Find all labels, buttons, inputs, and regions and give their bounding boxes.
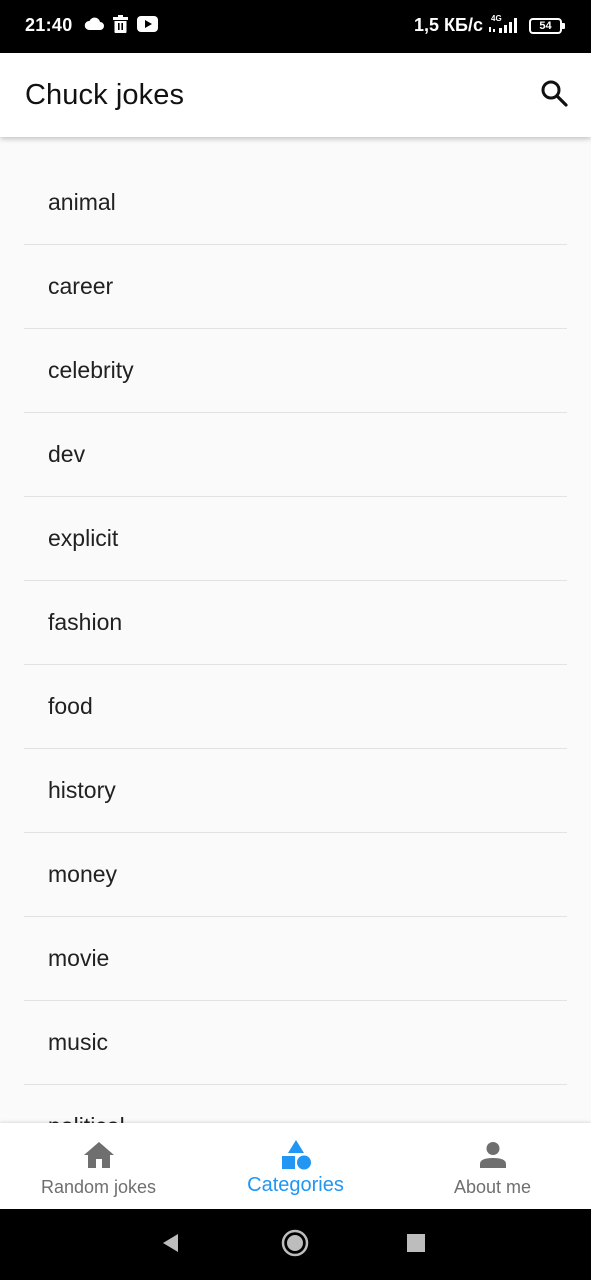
youtube-icon bbox=[137, 15, 158, 37]
nav-label-about-me: About me bbox=[453, 1177, 532, 1197]
category-item-celebrity[interactable]: celebrity bbox=[24, 329, 567, 413]
category-label: fashion bbox=[48, 609, 123, 635]
signal-icon: 4G bbox=[487, 13, 521, 40]
home-icon bbox=[81, 1139, 117, 1171]
system-recents-button[interactable] bbox=[402, 1231, 430, 1259]
nav-label-categories: Categories bbox=[247, 1174, 344, 1196]
nav-item-categories[interactable]: Categories bbox=[197, 1123, 394, 1209]
category-label: money bbox=[48, 861, 118, 887]
category-item-dev[interactable]: dev bbox=[24, 413, 567, 497]
page-title: Chuck jokes bbox=[25, 79, 185, 111]
notification-icons bbox=[84, 14, 158, 38]
category-label: music bbox=[48, 1029, 109, 1055]
category-label: career bbox=[48, 273, 114, 299]
category-label: movie bbox=[48, 945, 110, 971]
category-item-music[interactable]: music bbox=[24, 1001, 567, 1085]
category-item-explicit[interactable]: explicit bbox=[24, 497, 567, 581]
category-label: animal bbox=[48, 189, 116, 215]
nav-item-about-me[interactable]: About me bbox=[394, 1123, 591, 1209]
bottom-navigation: Random jokes Categories About me bbox=[0, 1123, 591, 1209]
category-label: history bbox=[48, 777, 116, 803]
system-navigation-bar bbox=[0, 1209, 591, 1280]
category-item-fashion[interactable]: fashion bbox=[24, 581, 567, 665]
back-icon bbox=[160, 1232, 180, 1259]
category-item-political[interactable]: political bbox=[24, 1085, 567, 1123]
category-item-history[interactable]: history bbox=[24, 749, 567, 833]
category-label: food bbox=[48, 693, 93, 719]
status-bar: 21:40 1,5 КБ/с 4G 54 bbox=[0, 0, 591, 53]
category-item-animal[interactable]: animal bbox=[24, 161, 567, 245]
category-label: explicit bbox=[48, 525, 119, 551]
battery-level: 54 bbox=[539, 19, 552, 32]
category-label: political bbox=[48, 1113, 125, 1123]
category-label: dev bbox=[48, 441, 86, 467]
category-item-career[interactable]: career bbox=[24, 245, 567, 329]
app-bar: Chuck jokes bbox=[0, 53, 591, 137]
trash-icon bbox=[113, 14, 128, 38]
category-list: animal career celebrity dev explicit fashion f… bbox=[0, 161, 591, 1123]
home-circle-icon bbox=[281, 1229, 309, 1262]
category-list-container[interactable]: animal career celebrity dev explicit fashion f… bbox=[0, 137, 591, 1123]
network-type-label: 4G bbox=[491, 14, 502, 23]
cloud-icon bbox=[84, 17, 104, 36]
category-icon bbox=[278, 1139, 314, 1171]
system-back-button[interactable] bbox=[156, 1231, 184, 1259]
category-item-money[interactable]: money bbox=[24, 833, 567, 917]
category-label: celebrity bbox=[48, 357, 134, 383]
battery-icon: 54 bbox=[529, 18, 565, 34]
status-time: 21:40 bbox=[25, 15, 73, 35]
search-button[interactable] bbox=[530, 71, 578, 119]
category-item-food[interactable]: food bbox=[24, 665, 567, 749]
system-status-icons: 4G 54 bbox=[487, 13, 565, 40]
nav-label-random-jokes: Random jokes bbox=[40, 1177, 157, 1197]
system-home-button[interactable] bbox=[281, 1229, 309, 1262]
nav-item-random-jokes[interactable]: Random jokes bbox=[0, 1123, 197, 1209]
network-speed: 1,5 КБ/с bbox=[414, 15, 483, 35]
person-icon bbox=[475, 1139, 511, 1171]
recents-icon bbox=[406, 1233, 426, 1258]
category-item-movie[interactable]: movie bbox=[24, 917, 567, 1001]
search-icon bbox=[540, 79, 568, 112]
